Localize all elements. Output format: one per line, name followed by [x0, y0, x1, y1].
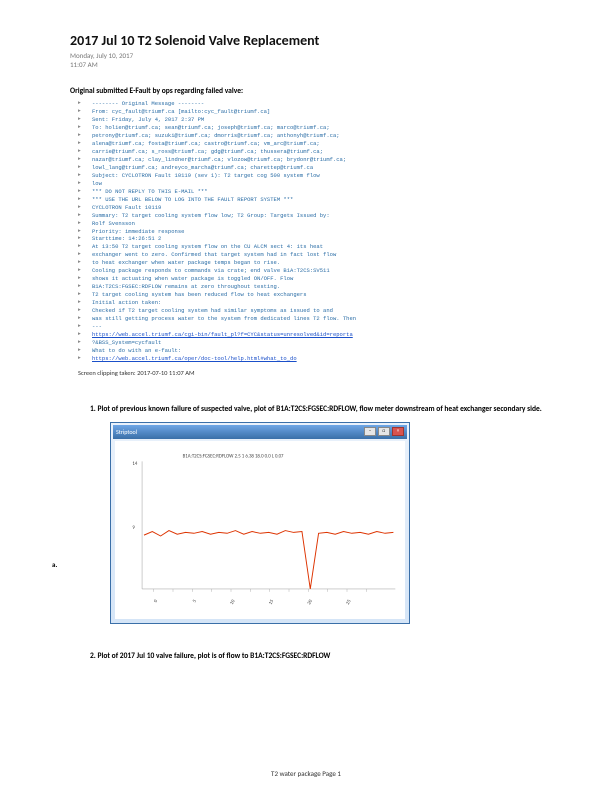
side-marker: a. [52, 560, 57, 569]
svg-text:10: 10 [229, 598, 237, 606]
svg-text:0: 0 [153, 598, 160, 604]
series-label: B1A:T2CS:FGSEC:RDFLOW 2.5 1 6.38 18.0 0.… [183, 453, 284, 459]
plot-titlebar: Striptool – □ × [113, 425, 407, 439]
plot-window: Striptool – □ × B1A:T2CS:FGSEC:RDFLOW 2.… [110, 422, 410, 624]
svg-text:25: 25 [345, 598, 353, 606]
svg-text:5: 5 [192, 598, 199, 604]
fault-report-link[interactable]: https://web.accel.triumf.ca/cgi-bin/faul… [92, 331, 353, 339]
time: 11:07 AM [70, 60, 562, 69]
page-title: 2017 Jul 10 T2 Solenoid Valve Replacemen… [70, 32, 562, 49]
svg-text:15: 15 [268, 598, 276, 606]
close-button[interactable]: × [392, 427, 404, 436]
flow-chart: B1A:T2CS:FGSEC:RDFLOW 2.5 1 6.38 18.0 0.… [115, 441, 405, 619]
clip-caption: Screen clipping taken: 2017-07-10 11:07 … [78, 369, 562, 377]
y-mid: 9 [132, 525, 135, 531]
y-max: 14 [132, 461, 137, 467]
maximize-button[interactable]: □ [378, 427, 390, 436]
x-tick-labels: 0 5 10 15 20 25 [153, 598, 353, 606]
list-item-1: 1. Plot of previous known failure of sus… [90, 405, 562, 414]
flow-series [144, 531, 393, 589]
plot-window-title: Striptool [116, 428, 137, 436]
section-efault-label: Original submitted E-Fault by ops regard… [70, 87, 562, 96]
email-clipping: ▸-------- Original Message -------- ▸Fro… [78, 100, 562, 363]
svg-text:20: 20 [306, 598, 314, 606]
page-footer: T2 water package Page 1 [0, 769, 612, 778]
date: Monday, July 10, 2017 [70, 51, 562, 60]
help-link[interactable]: https://web.accel.triumf.ca/oper/doc-too… [92, 355, 297, 363]
minimize-button[interactable]: – [364, 427, 376, 436]
plot-area: B1A:T2CS:FGSEC:RDFLOW 2.5 1 6.38 18.0 0.… [115, 441, 405, 619]
list-item-2: 2. Plot of 2017 Jul 10 valve failure, pl… [90, 652, 562, 661]
